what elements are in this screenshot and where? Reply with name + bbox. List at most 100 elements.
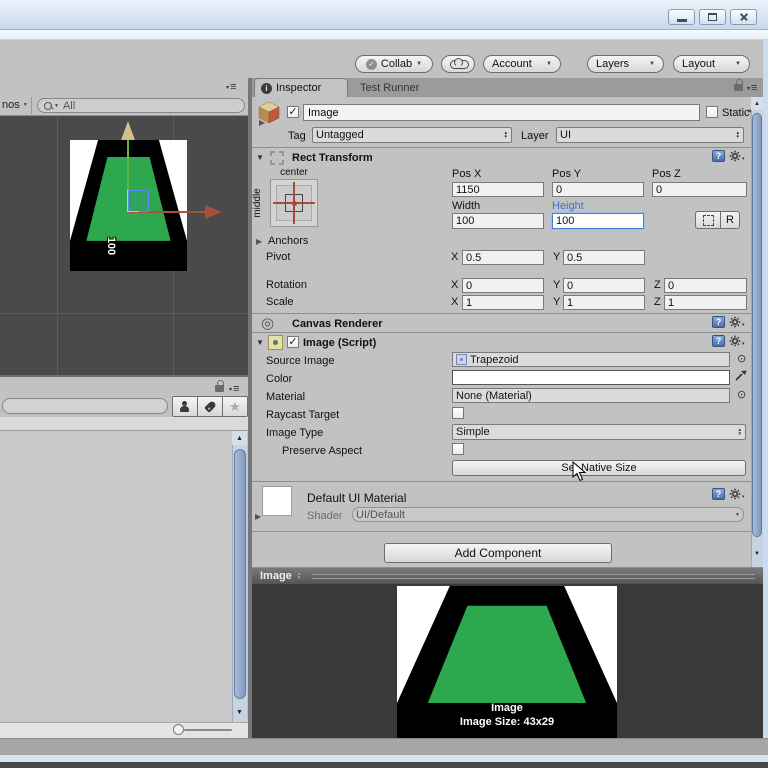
pos-z-label: Pos Z [652, 168, 681, 180]
image-component-foldout[interactable] [256, 338, 264, 347]
project-search-input[interactable] [2, 398, 168, 414]
pos-z-field[interactable]: 0 [652, 182, 747, 197]
blueprint-icon [702, 214, 714, 226]
layout-button[interactable]: Layout ▼ [673, 55, 750, 73]
help-icon[interactable] [712, 488, 725, 500]
inspector-scrollbar-thumb[interactable] [752, 113, 762, 537]
window-title-bar[interactable] [0, 0, 768, 30]
gameobject-name-field[interactable] [303, 104, 700, 121]
minimize-button[interactable] [668, 9, 695, 25]
restore-button[interactable] [699, 9, 726, 25]
gameobject-active-checkbox[interactable] [287, 106, 299, 118]
cloud-button[interactable] [441, 55, 475, 73]
eyedropper-icon[interactable] [735, 368, 748, 381]
source-image-field[interactable]: Trapezoid [452, 352, 730, 367]
anchors-foldout[interactable] [256, 237, 262, 246]
project-zoom-slider-knob[interactable] [173, 724, 184, 735]
scale-y-field[interactable]: 1 [563, 295, 645, 310]
object-picker-icon[interactable] [737, 354, 746, 365]
blueprint-mode-button[interactable] [695, 211, 721, 229]
tab-inspector[interactable]: Inspector [254, 78, 348, 97]
raw-edit-button[interactable]: R [720, 211, 740, 229]
material-swatch [262, 486, 292, 516]
collab-caret-icon: ▼ [416, 61, 423, 67]
gizmo-rect-handle[interactable] [128, 190, 149, 212]
gear-icon[interactable] [729, 488, 745, 500]
tab-test-runner[interactable]: Test Runner [360, 82, 419, 94]
favorites-button[interactable] [222, 396, 248, 417]
width-label: Width [452, 200, 481, 212]
gizmo-y-axis-arrowhead-icon[interactable] [121, 121, 135, 140]
help-icon[interactable] [712, 150, 725, 162]
static-checkbox[interactable] [706, 106, 718, 118]
anchor-preset-button[interactable] [270, 179, 318, 227]
image-component-checkbox[interactable] [287, 336, 299, 348]
object-picker-icon[interactable] [737, 390, 746, 401]
inspector-scroll-down-button[interactable]: ▼ [751, 547, 763, 560]
material-field[interactable]: None (Material) [452, 388, 730, 403]
preview-header[interactable]: Image [252, 567, 763, 584]
inspector-lock-icon[interactable] [734, 79, 743, 91]
shader-dropdown[interactable]: UI/Default ▼ [352, 507, 744, 522]
gear-icon[interactable] [729, 316, 745, 328]
inspector-menu-icon[interactable] [747, 82, 757, 94]
height-field[interactable]: 100 [552, 213, 644, 229]
gizmo-pivot-line [127, 190, 128, 212]
scale-x-field[interactable]: 1 [462, 295, 544, 310]
filter-by-type-button[interactable] [172, 396, 198, 417]
taskbar-edge [0, 762, 768, 768]
rotation-z-field[interactable]: 0 [664, 278, 747, 293]
close-button[interactable] [730, 9, 757, 25]
window-border-bottom [0, 755, 768, 762]
scale-z-field[interactable]: 1 [664, 295, 747, 310]
scene-viewport[interactable]: 100 [0, 116, 248, 375]
inspector-scroll-up-button[interactable]: ▲ [751, 97, 763, 110]
updown-icon [503, 131, 508, 138]
layers-button[interactable]: Layers ▼ [587, 55, 664, 73]
pivot-y-field[interactable]: 0.5 [563, 250, 645, 265]
gear-icon[interactable] [729, 335, 745, 347]
set-native-size-button[interactable]: Set Native Size [452, 460, 746, 476]
help-icon[interactable] [712, 316, 725, 328]
preserve-aspect-checkbox[interactable] [452, 443, 464, 455]
gameobject-cube-icon [258, 101, 280, 126]
image-type-dropdown[interactable]: Simple [452, 424, 746, 440]
gizmos-button[interactable]: nos ▼ [2, 99, 28, 111]
tag-dropdown[interactable]: Untagged [312, 127, 512, 143]
layer-dropdown[interactable]: UI [556, 127, 744, 143]
color-swatch[interactable] [452, 370, 730, 385]
collab-button[interactable]: ✓ Collab ▼ [355, 55, 433, 73]
rotation-y-field[interactable]: 0 [563, 278, 645, 293]
gizmo-x-axis-arrowhead-icon[interactable] [205, 205, 222, 219]
menu-strip [0, 30, 768, 40]
project-content-area[interactable] [0, 431, 232, 722]
rect-transform-foldout[interactable] [256, 153, 264, 162]
scene-size-label: 100 [105, 236, 117, 256]
shader-caret-icon: ▼ [735, 511, 740, 518]
raycast-target-checkbox[interactable] [452, 407, 464, 419]
pivot-x-field[interactable]: 0.5 [462, 250, 544, 265]
project-panel-menu-icon[interactable] [229, 383, 239, 395]
width-field[interactable]: 100 [452, 213, 544, 229]
scene-search-field[interactable]: ▼ All [37, 98, 245, 113]
gear-icon[interactable] [729, 150, 745, 162]
add-component-button[interactable]: Add Component [384, 543, 612, 563]
scene-panel-menu-icon[interactable] [226, 81, 236, 93]
rotation-x-field[interactable]: 0 [462, 278, 544, 293]
shader-label: Shader [307, 510, 343, 522]
preview-drag-handle[interactable] [312, 573, 755, 579]
rect-transform-title: Rect Transform [292, 152, 373, 164]
project-scroll-down-button[interactable]: ▼ [232, 705, 247, 719]
pos-y-field[interactable]: 0 [552, 182, 644, 197]
lock-icon[interactable] [215, 380, 224, 392]
account-label: Account [492, 58, 532, 70]
project-zoom-slider-track[interactable] [184, 729, 232, 731]
project-scroll-up-button[interactable]: ▲ [232, 431, 247, 445]
material-foldout[interactable] [255, 512, 261, 521]
project-scrollbar-thumb[interactable] [233, 449, 246, 699]
minimize-icon [676, 18, 687, 22]
account-button[interactable]: Account ▼ [483, 55, 561, 73]
filter-by-label-button[interactable] [197, 396, 223, 417]
pos-x-field[interactable]: 1150 [452, 182, 544, 197]
help-icon[interactable] [712, 335, 725, 347]
